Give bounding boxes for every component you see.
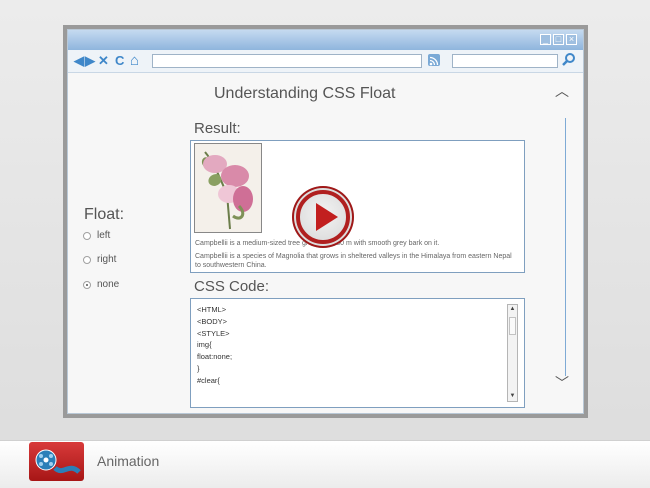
css-code-panel[interactable]: <HTML> <BODY> <STYLE> img{ float:none; }… bbox=[190, 298, 525, 408]
scroll-up-arrow-icon[interactable]: ▲ bbox=[508, 305, 517, 314]
code-scrollbar[interactable]: ▲ ▼ bbox=[507, 304, 518, 402]
magnolia-image bbox=[194, 143, 262, 233]
result-label: Result: bbox=[194, 120, 241, 137]
result-paragraph-1: Campbellii is a medium-sized tree growin… bbox=[195, 240, 440, 247]
code-line: <STYLE> bbox=[197, 328, 230, 338]
maximize-button[interactable]: □ bbox=[553, 34, 564, 45]
browser-toolbar: ◀ ▶ ✕ C ⌂ bbox=[68, 50, 583, 73]
code-lines: <HTML> <BODY> <STYLE> img{ float:none; }… bbox=[197, 304, 232, 387]
float-label: Float: bbox=[84, 206, 125, 223]
result-paragraph-2: Campbellii is a species of Magnolia that… bbox=[195, 253, 512, 269]
home-icon[interactable]: ⌂ bbox=[130, 53, 139, 69]
page-title: Understanding CSS Float bbox=[214, 85, 396, 102]
radio-label-left: left bbox=[97, 230, 111, 241]
code-line: #clear{ bbox=[197, 375, 220, 385]
search-icon[interactable] bbox=[561, 52, 577, 73]
code-line: } bbox=[197, 363, 200, 373]
float-option-left[interactable]: left bbox=[83, 230, 110, 241]
minimize-button[interactable]: _ bbox=[540, 34, 551, 45]
result-panel: Campbellii is a medium-sized tree growin… bbox=[190, 140, 525, 273]
back-icon[interactable]: ◀ bbox=[74, 53, 84, 69]
play-button[interactable] bbox=[292, 186, 354, 248]
page-scroll-track[interactable] bbox=[565, 118, 566, 376]
scroll-thumb[interactable] bbox=[509, 317, 516, 335]
close-button[interactable]: × bbox=[566, 34, 577, 45]
radio-label-right: right bbox=[97, 254, 117, 265]
refresh-icon[interactable]: C bbox=[115, 53, 124, 69]
film-reel-icon[interactable] bbox=[29, 442, 84, 481]
scroll-down-arrow-icon[interactable]: ▼ bbox=[508, 392, 517, 401]
animation-label: Animation bbox=[97, 453, 160, 469]
float-option-none[interactable]: none bbox=[83, 279, 119, 290]
radio-label-none: none bbox=[97, 279, 120, 290]
chevron-down-icon[interactable]: ﹀ bbox=[555, 373, 569, 393]
code-line: <BODY> bbox=[197, 316, 228, 326]
title-bar: _ □ × bbox=[68, 30, 583, 50]
radio-left[interactable] bbox=[83, 231, 91, 240]
code-line: <HTML> bbox=[197, 305, 227, 314]
code-line: float:none; bbox=[197, 352, 233, 362]
chevron-up-icon[interactable]: ︿ bbox=[555, 81, 569, 101]
css-code-label: CSS Code: bbox=[194, 278, 270, 295]
radio-none[interactable] bbox=[83, 280, 91, 289]
float-option-right[interactable]: right bbox=[83, 254, 116, 265]
rss-icon[interactable] bbox=[428, 54, 440, 66]
radio-right[interactable] bbox=[83, 255, 91, 264]
code-line: img{ bbox=[197, 340, 212, 350]
address-bar[interactable] bbox=[152, 54, 422, 68]
play-icon bbox=[316, 203, 338, 231]
stop-icon[interactable]: ✕ bbox=[98, 53, 109, 69]
search-input[interactable] bbox=[452, 54, 558, 68]
window-controls: _ □ × bbox=[540, 34, 577, 45]
forward-icon[interactable]: ▶ bbox=[85, 53, 95, 69]
